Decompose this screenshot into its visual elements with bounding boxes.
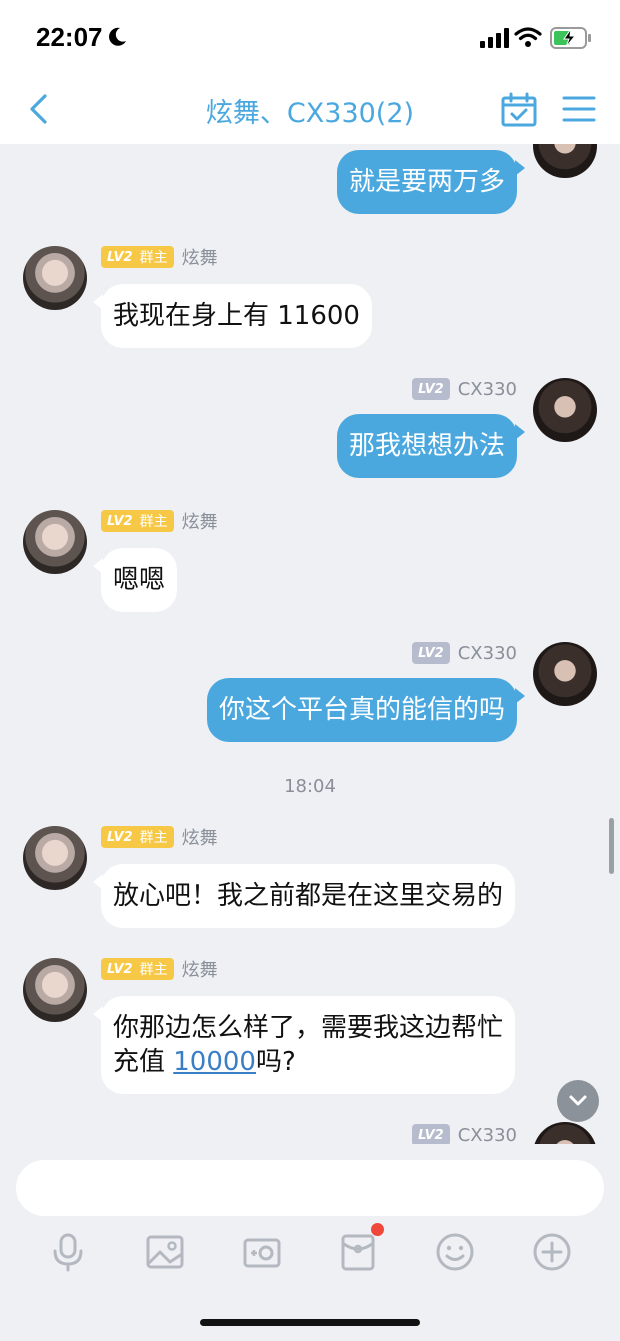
level-badge: LV2 [412,1124,450,1144]
microphone-icon[interactable] [48,1232,88,1272]
chat-header: 炫舞、CX330(2) [0,78,620,144]
home-indicator [200,1319,420,1326]
timestamp: 18:04 [284,776,336,797]
message-text: 放心吧！我之前都是在这里交易的 [113,881,504,911]
sender-meta: LV2 CX330 [412,1124,517,1144]
avatar[interactable] [533,642,597,706]
sender-name: 炫舞 [181,960,218,981]
scrollbar[interactable] [609,818,614,874]
avatar[interactable] [23,246,87,310]
chevron-down-icon [569,1095,587,1106]
message-bubble[interactable]: 你那边怎么样了，需要我这边帮忙 充值 10000吗? [92,996,516,1094]
level-badge: LV2 [412,378,450,400]
moon-icon [109,27,126,46]
owner-badge: LV2 群主 [101,246,174,268]
status-time: 22:07 [36,22,103,52]
owner-badge: LV2 群主 [101,510,174,532]
notification-dot [371,1223,384,1236]
status-bar: 22:07 [0,0,620,78]
menu-icon[interactable] [562,94,596,124]
plus-icon[interactable] [532,1232,572,1272]
avatar[interactable] [533,144,597,178]
sender-meta: LV2 CX330 [412,642,517,664]
sender-meta: LV2 群主 炫舞 [101,958,218,981]
avatar[interactable] [23,510,87,574]
sender-name: CX330 [457,378,517,400]
message-bubble[interactable]: 就是要两万多 [336,150,526,214]
camera-icon[interactable] [242,1232,282,1272]
avatar[interactable] [533,1122,597,1144]
message-text: 嗯嗯 [113,565,166,595]
composer [0,1144,620,1341]
message-text: 你那边怎么样了，需要我这边帮忙 [113,1013,504,1043]
image-icon[interactable] [145,1232,185,1272]
sender-name: 炫舞 [181,828,218,849]
message-text: 我现在身上有 11600 [113,301,360,331]
battery-icon [550,27,591,49]
message-bubble[interactable]: 那我想想办法 [336,414,526,478]
message-bubble[interactable]: 你这个平台真的能信的吗 [206,678,526,742]
message-list[interactable]: 就是要两万多 LV2 群主 炫舞 我现在身上有 11600 LV2 CX330 那… [0,144,620,1144]
calendar-check-icon[interactable] [500,92,538,128]
amount-link[interactable]: 10000 [173,1047,256,1077]
owner-badge: LV2 群主 [101,958,174,980]
message-text: 那我想想办法 [348,431,505,461]
owner-badge: LV2 群主 [101,826,174,848]
red-packet-icon[interactable] [338,1232,378,1272]
message-bubble[interactable]: 我现在身上有 11600 [93,284,372,348]
level-badge: LV2 [412,642,450,664]
sender-name: 炫舞 [181,248,218,269]
sender-meta: LV2 CX330 [412,378,517,400]
avatar[interactable] [23,826,87,890]
sender-name: CX330 [457,1124,517,1145]
message-input[interactable] [16,1160,604,1216]
avatar[interactable] [533,378,597,442]
message-text: 充值 10000吗? [113,1047,296,1077]
sender-name: CX330 [457,642,517,664]
sender-meta: LV2 群主 炫舞 [101,510,218,533]
sender-name: 炫舞 [181,512,218,533]
signal-icon [480,28,509,48]
wifi-icon [514,27,542,47]
message-bubble[interactable]: 嗯嗯 [92,548,178,612]
sender-meta: LV2 群主 炫舞 [101,826,218,849]
message-text: 就是要两万多 [348,167,505,197]
emoji-icon[interactable] [435,1232,475,1272]
avatar[interactable] [23,958,87,1022]
scroll-to-bottom-button[interactable] [557,1080,599,1122]
message-bubble[interactable]: 放心吧！我之前都是在这里交易的 [92,864,516,928]
sender-meta: LV2 群主 炫舞 [101,246,218,269]
message-text: 你这个平台真的能信的吗 [218,695,505,725]
